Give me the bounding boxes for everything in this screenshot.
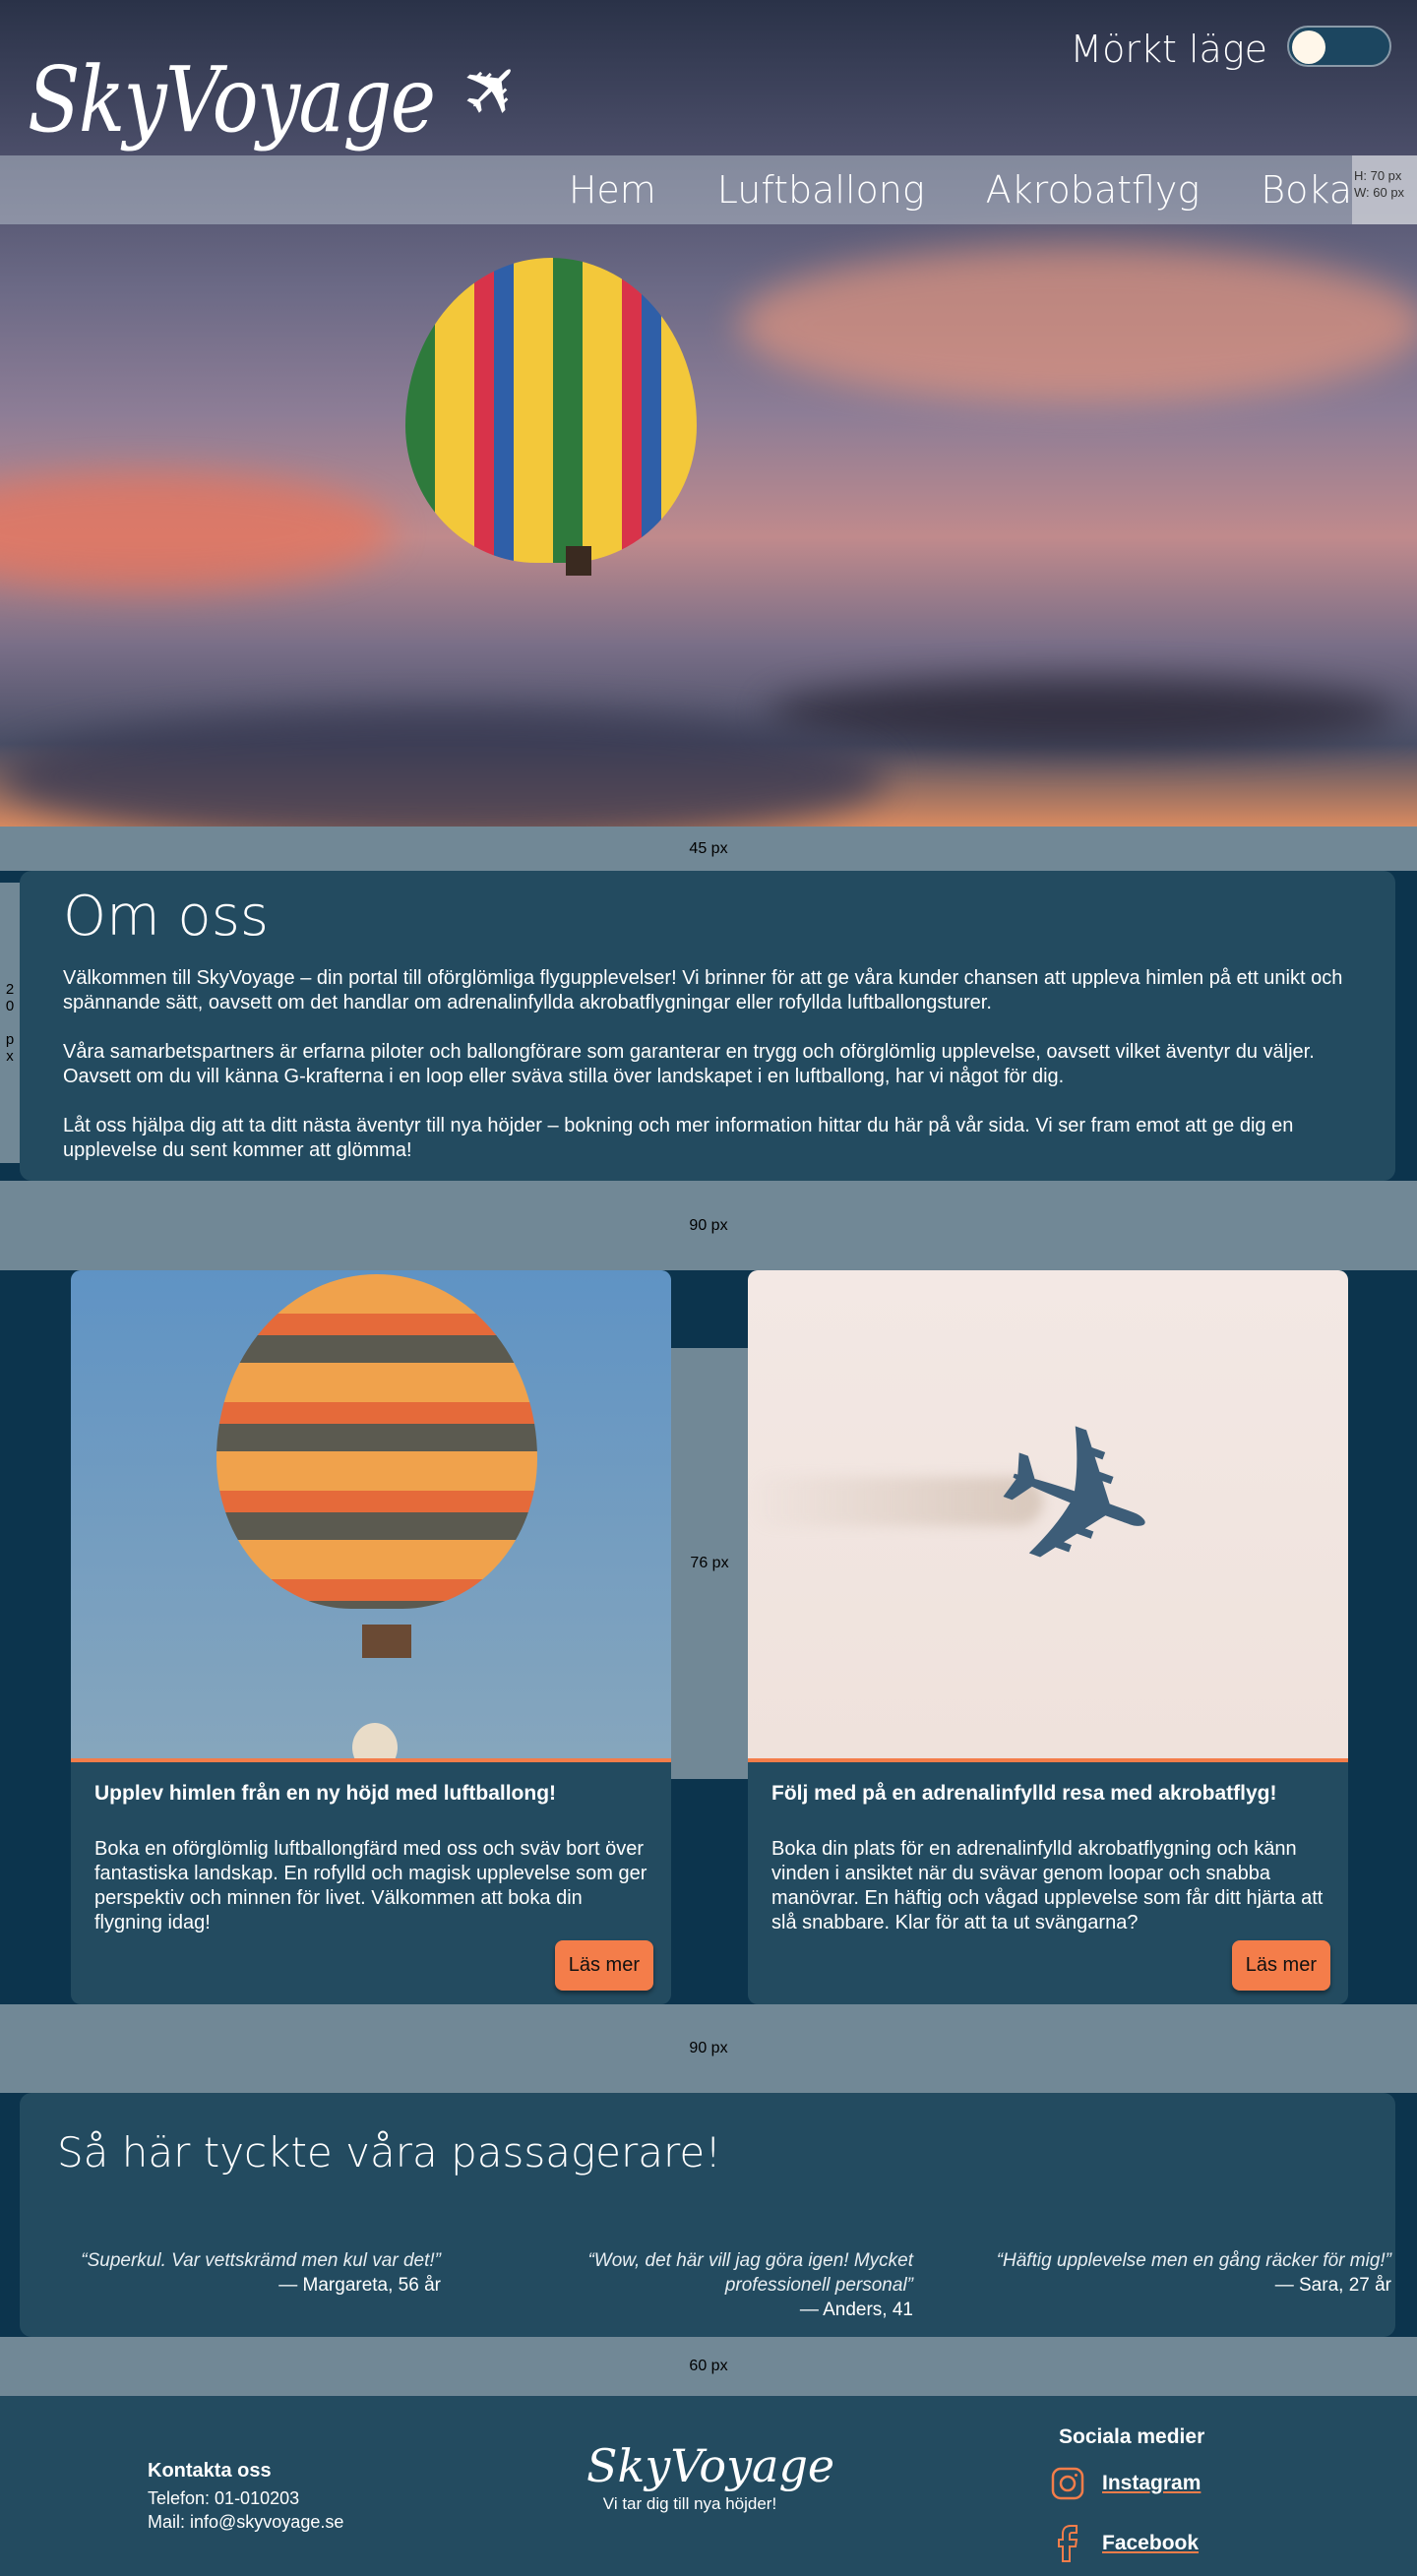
cloud: [738, 246, 1417, 403]
nav-hem[interactable]: Hem: [569, 168, 656, 212]
nav-akrobatflyg[interactable]: Akrobatflyg: [986, 168, 1201, 212]
balloon-photo: [71, 1270, 671, 1762]
spacer-60: 60 px: [0, 2337, 1417, 2396]
contact-block: Kontakta oss Telefon: 01-010203 Mail: in…: [148, 2459, 343, 2534]
testimonial: “Häftig upplevelse men en gång räcker fö…: [925, 2248, 1391, 2298]
cloud: [768, 679, 1397, 748]
spacer-90: 90 px: [0, 1181, 1417, 1270]
spacer-gap-label: 76 px: [690, 1555, 729, 1571]
instagram-label: Instagram: [1102, 2472, 1201, 2494]
footer-tagline: Vi tar dig till nya höjder!: [602, 2494, 777, 2513]
facebook-label: Facebook: [1102, 2532, 1200, 2554]
spacer-gap: 76 px: [671, 1348, 748, 1779]
instagram-icon: [1051, 2467, 1084, 2500]
contact-title: Kontakta oss: [148, 2460, 272, 2482]
dark-mode-toggle[interactable]: [1287, 26, 1391, 67]
balloon-image: [405, 258, 697, 563]
testimonial: “Superkul. Var vettskrämd men kul var de…: [37, 2248, 441, 2298]
biplane-icon: ✈: [960, 1372, 1192, 1634]
spacer-side-label: 20 px: [1, 981, 19, 1065]
biplane-photo: ✈: [748, 1270, 1348, 1762]
dark-mode-label: Mörkt läge: [1070, 28, 1267, 71]
about-section: Om oss Välkommen till SkyVoyage – din po…: [20, 871, 1395, 1181]
contact-mail[interactable]: Mail: info@skyvoyage.se: [148, 2510, 343, 2534]
testimonial-quote: “Wow, det här vill jag göra igen! Mycket…: [587, 2250, 913, 2296]
facebook-icon: [1058, 2525, 1078, 2562]
about-paragraph: Välkommen till SkyVoyage – din portal ti…: [63, 967, 1343, 1013]
balloon-basket: [362, 1625, 411, 1658]
hero: SkyVoyage ✈ Mörkt läge Hem Luftballong A…: [0, 0, 1417, 827]
testimonials-section: Så här tyckte våra passagerare! “Superku…: [20, 2093, 1395, 2337]
card-title: Följ med på en adrenalinfylld resa med a…: [771, 1782, 1277, 1805]
testimonial: “Wow, det här vill jag göra igen! Mycket…: [512, 2248, 913, 2322]
footer-logo: SkyVoyage: [586, 2439, 835, 2492]
cloud: [0, 708, 886, 827]
card-text: Boka din plats för en adrenalinfylld akr…: [771, 1838, 1324, 1933]
read-more-button[interactable]: Läs mer: [554, 1940, 653, 1991]
cloud: [0, 472, 394, 590]
footer: Kontakta oss Telefon: 01-010203 Mail: in…: [0, 2396, 1417, 2576]
card-title: Upplev himlen från en ny höjd med luftba…: [94, 1782, 557, 1805]
dim-width: W: 60 px: [1354, 185, 1405, 200]
balloon-shape: [216, 1274, 537, 1609]
footer-brand: SkyVoyage Vi tar dig till nya höjder!: [586, 2439, 835, 2514]
testimonial-author: — Anders, 41: [799, 2300, 913, 2320]
social-title: Sociala medier: [1059, 2425, 1205, 2448]
aerobatic-card: ✈ Följ med på en adrenalinfylld resa med…: [748, 1270, 1348, 2004]
toggle-knob: [1292, 31, 1325, 64]
nav-boka[interactable]: Boka: [1261, 168, 1352, 212]
nav-luftballong[interactable]: Luftballong: [717, 168, 925, 212]
facebook-link[interactable]: Facebook: [1051, 2524, 1199, 2563]
small-balloon: [352, 1723, 398, 1758]
testimonial-author: — Margareta, 56 år: [278, 2275, 441, 2296]
balloon-card: Upplev himlen från en ny höjd med luftba…: [71, 1270, 671, 2004]
testimonial-author: — Sara, 27 år: [1274, 2275, 1391, 2296]
contact-phone: Telefon: 01-010203: [148, 2488, 300, 2508]
about-paragraph: Våra samarbetspartners är erfarna pilote…: [63, 1041, 1315, 1087]
spacer-side: 20 px: [0, 883, 20, 1163]
main-nav: Hem Luftballong Akrobatflyg Boka: [0, 155, 1417, 224]
about-paragraph: Låt oss hjälpa dig att ta ditt nästa äve…: [63, 1115, 1294, 1161]
testimonial-quote: “Häftig upplevelse men en gång räcker fö…: [996, 2250, 1391, 2271]
dimension-note: H: 70 px W: 60 px: [1352, 155, 1417, 224]
spacer-90: 90 px: [0, 2004, 1417, 2093]
logo[interactable]: SkyVoyage: [28, 47, 436, 153]
spacer-45: 45 px: [0, 827, 1417, 871]
about-title: Om oss: [63, 885, 270, 949]
read-more-button[interactable]: Läs mer: [1231, 1940, 1330, 1991]
testimonials-title: Så här tyckte våra passagerare!: [57, 2128, 722, 2177]
airplane-icon: ✈: [442, 38, 543, 140]
dim-height: H: 70 px: [1354, 168, 1402, 183]
card-text: Boka en oförglömlig luftballongfärd med …: [94, 1838, 647, 1933]
balloon-basket: [566, 546, 591, 576]
instagram-link[interactable]: Instagram: [1051, 2467, 1201, 2500]
testimonial-quote: “Superkul. Var vettskrämd men kul var de…: [81, 2250, 441, 2271]
